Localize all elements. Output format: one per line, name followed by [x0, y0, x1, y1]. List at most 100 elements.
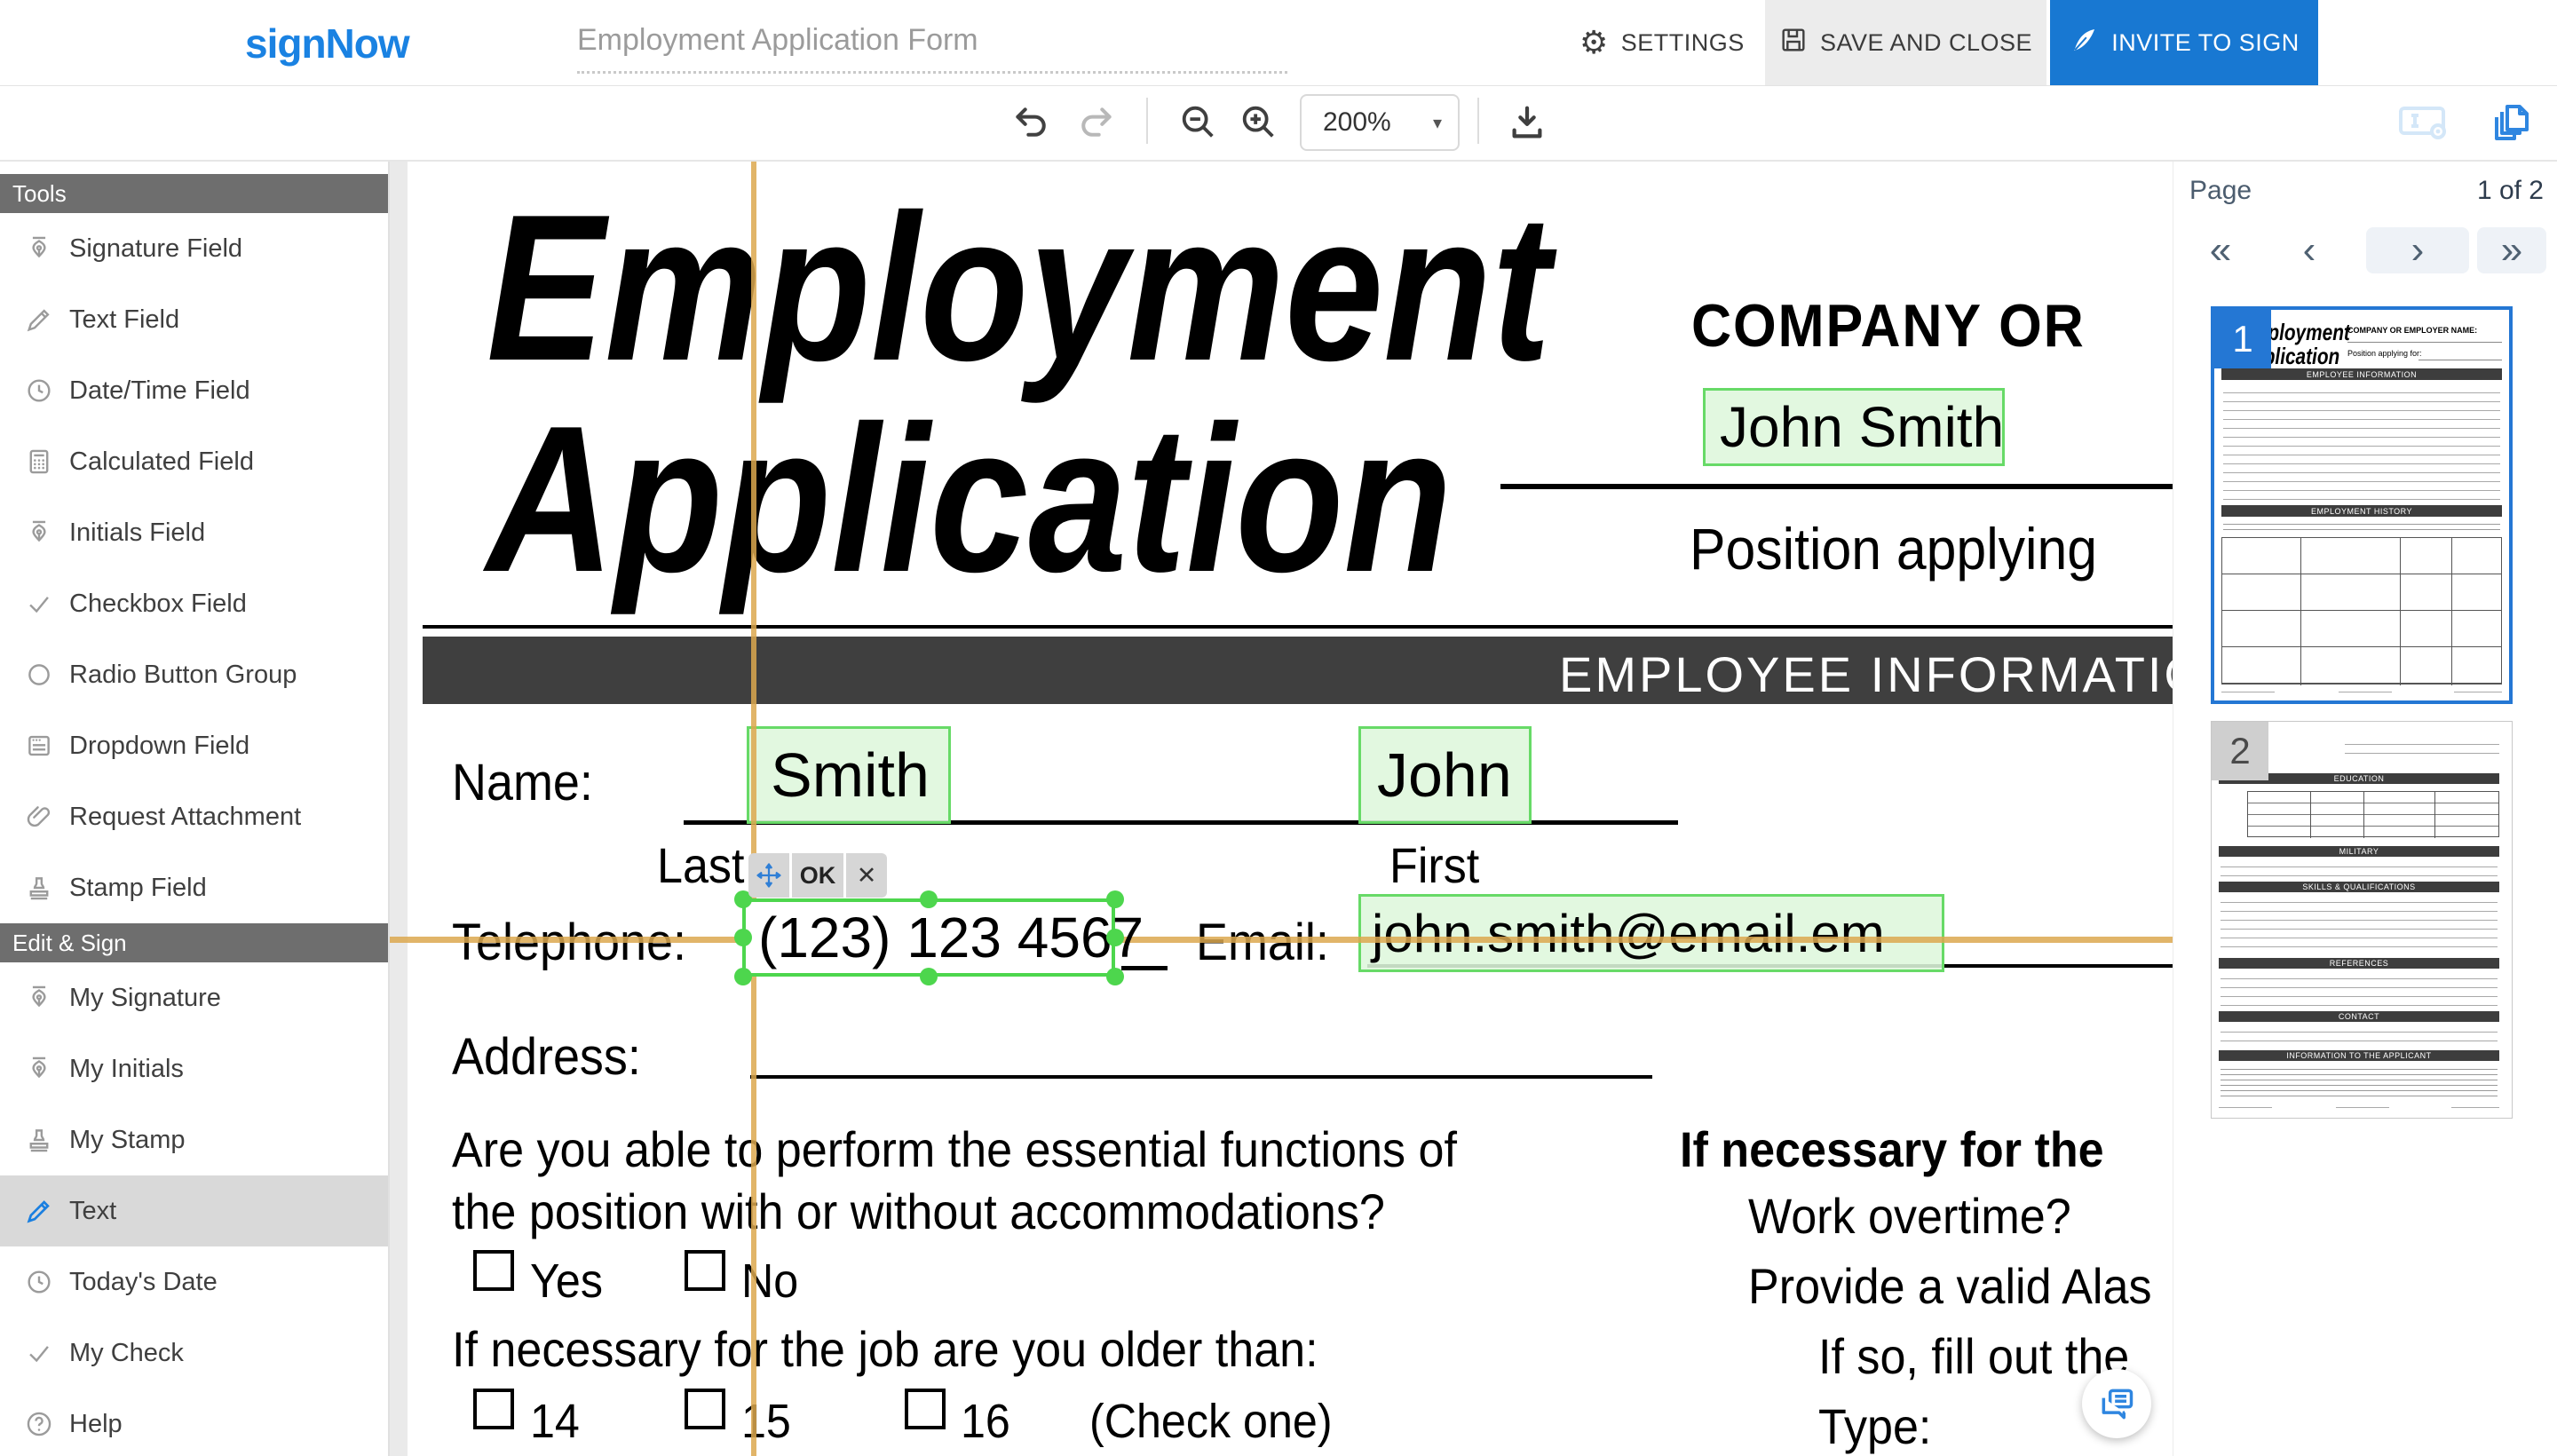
settings-button[interactable]: ⚙ SETTINGS	[1579, 0, 1745, 85]
sidebar-item-my-check[interactable]: My Check	[0, 1318, 388, 1389]
thumb1-bar-employee-info: EMPLOYEE INFORMATION	[2221, 368, 2502, 380]
sidebar-item-label: Checkbox Field	[69, 590, 247, 619]
chevron-down-icon: ▾	[1433, 112, 1442, 134]
download-button[interactable]	[1502, 98, 1552, 147]
invite-to-sign-button[interactable]: INVITE TO SIGN	[2050, 0, 2318, 85]
move-handle[interactable]	[748, 853, 789, 898]
next-page-button[interactable]: ›	[2366, 227, 2469, 273]
sidebar-item-radio-button-group[interactable]: Radio Button Group	[0, 639, 388, 711]
thumb1-position-line: Position applying for:	[2347, 349, 2422, 358]
zoom-in-button[interactable]	[1234, 98, 1284, 147]
thumb1-form-lines	[2223, 384, 2500, 500]
sidebar-item-request-attachment[interactable]: Request Attachment	[0, 781, 388, 853]
sidebar-item-initials-field[interactable]: Initials Field	[0, 497, 388, 569]
undo-button[interactable]	[1007, 98, 1057, 147]
sidebar-item-stamp-field[interactable]: Stamp Field	[0, 852, 388, 924]
pen-nib-icon	[23, 1053, 55, 1085]
sidebar-item-datetime-field[interactable]: Date/Time Field	[0, 355, 388, 427]
zoom-level-select[interactable]: 200% ▾	[1300, 94, 1460, 151]
thumb2-top-lines	[2345, 736, 2499, 756]
first-caption: First	[1389, 836, 1486, 894]
last-page-button[interactable]: »	[2477, 227, 2546, 273]
resize-handle-e[interactable]	[1106, 929, 1124, 946]
sidebar-item-checkbox-field[interactable]: Checkbox Field	[0, 568, 388, 640]
sidebar-item-signature-field[interactable]: Signature Field	[0, 213, 388, 285]
thumb2-bar-references: REFERENCES	[2219, 958, 2499, 969]
pen-icon	[23, 1195, 55, 1227]
last-name-field[interactable]: Smith	[747, 726, 951, 824]
sidebar-item-my-signature[interactable]: My Signature	[0, 962, 388, 1034]
right-col-header: If necessary for the	[1680, 1120, 2136, 1178]
pen-nib-icon	[23, 517, 55, 549]
chat-widget-button[interactable]	[2082, 1369, 2151, 1438]
page-panel-label: Page	[2189, 176, 2252, 206]
page-thumbnail-2[interactable]: 2 EDUCATION MILITARY SKILLS & QUALIFICAT…	[2211, 721, 2513, 1119]
previous-page-button[interactable]: ‹	[2287, 227, 2331, 273]
dropdown-list-icon	[23, 730, 55, 762]
zoom-out-button[interactable]	[1174, 98, 1223, 147]
document-title[interactable]: Employment Application Form	[577, 23, 978, 58]
sidebar-item-todays-date[interactable]: Today's Date	[0, 1246, 388, 1318]
first-name-field[interactable]: John	[1358, 726, 1532, 824]
sidebar-item-text-field[interactable]: Text Field	[0, 284, 388, 356]
pen-nib-icon	[23, 982, 55, 1014]
close-icon[interactable]: ✕	[846, 853, 887, 898]
redo-button[interactable]	[1071, 98, 1120, 147]
resize-handle-sw[interactable]	[734, 968, 752, 985]
telephone-field-selected[interactable]: (123) 123 4567	[742, 898, 1115, 977]
thumb2-bar-military: MILITARY	[2219, 846, 2499, 857]
page-counter: 1 of 2	[2477, 176, 2544, 206]
question1-line2: the position with or without accommodati…	[452, 1183, 1455, 1240]
yes-checkbox	[473, 1250, 514, 1291]
age-15-label: 15	[741, 1394, 795, 1449]
form-title: Employment Application	[487, 182, 1738, 605]
sidebar-item-label: Text	[69, 1197, 116, 1226]
gear-icon: ⚙	[1579, 27, 1609, 59]
right-col-line4: Type:	[1818, 1397, 1940, 1455]
sidebar-item-help[interactable]: Help	[0, 1389, 388, 1456]
sidebar-item-label: Calculated Field	[69, 447, 254, 477]
header-bar: signNow Employment Application Form ⚙ SE…	[0, 0, 2557, 86]
sidebar-item-label: Today's Date	[69, 1268, 218, 1297]
address-underline	[750, 1075, 1652, 1079]
email-field[interactable]: john.smith@email.em	[1358, 894, 1944, 972]
resize-handle-s[interactable]	[920, 968, 938, 985]
thumb1-company-line: COMPANY OR EMPLOYER NAME:	[2347, 326, 2477, 335]
sidebar-item-calculated-field[interactable]: Calculated Field	[0, 426, 388, 498]
resize-handle-ne[interactable]	[1106, 890, 1124, 908]
sidebar-item-my-stamp[interactable]: My Stamp	[0, 1104, 388, 1176]
pages-icon[interactable]	[2486, 98, 2536, 147]
ok-button[interactable]: OK	[792, 853, 843, 898]
company-underline	[1500, 484, 2173, 489]
applicant-name-field[interactable]: John Smith	[1703, 388, 2005, 466]
signnow-logo[interactable]: signNow	[245, 20, 409, 67]
resize-handle-n[interactable]	[920, 890, 938, 908]
first-page-button[interactable]: «	[2198, 227, 2243, 273]
resize-handle-se[interactable]	[1106, 968, 1124, 985]
sidebar-item-label: Date/Time Field	[69, 376, 250, 406]
sidebar-item-label: Request Attachment	[69, 803, 301, 832]
thumb2-bar-contact: CONTACT	[2219, 1011, 2499, 1022]
circle-icon	[23, 659, 55, 691]
page-thumbnail-1[interactable]: 1 Employment Application COMPANY OR EMPL…	[2211, 306, 2513, 704]
last-caption: Last	[657, 836, 751, 894]
sidebar-item-dropdown-field[interactable]: Dropdown Field	[0, 710, 388, 782]
tools-section-header: Tools	[0, 174, 388, 213]
resize-handle-w[interactable]	[734, 929, 752, 946]
sidebar-item-label: My Initials	[69, 1055, 184, 1084]
thumb1-bar-employment-history: EMPLOYMENT HISTORY	[2221, 505, 2502, 517]
sidebar-item-my-initials[interactable]: My Initials	[0, 1033, 388, 1105]
check-one-label: (Check one)	[1089, 1394, 1350, 1449]
text-settings-icon[interactable]	[2388, 98, 2459, 147]
sidebar-item-text[interactable]: Text	[0, 1175, 388, 1247]
thumb1-paragraph-lines	[2223, 519, 2500, 532]
toolbar-divider-2	[1477, 98, 1479, 144]
thumb1-history-table	[2221, 537, 2502, 684]
sidebar-item-label: My Check	[69, 1339, 184, 1368]
clock-icon	[23, 1266, 55, 1298]
sidebar-item-label: My Signature	[69, 984, 221, 1013]
pen-icon	[23, 304, 55, 336]
save-and-close-button[interactable]: SAVE AND CLOSE	[1765, 0, 2046, 85]
stamp-icon	[23, 872, 55, 904]
zoom-level-value: 200%	[1323, 107, 1391, 138]
